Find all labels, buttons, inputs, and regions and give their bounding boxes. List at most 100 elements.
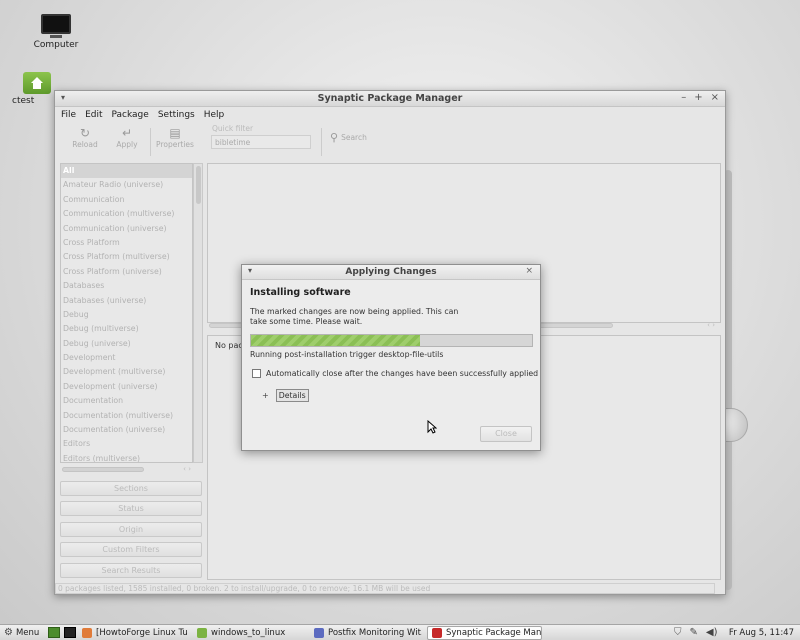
terminal-launcher-icon[interactable]	[64, 627, 76, 638]
section-item[interactable]: Development (universe)	[61, 380, 192, 394]
start-menu-button[interactable]: ⚙ Menu	[4, 627, 39, 638]
desktop-icon-computer[interactable]: Computer	[26, 14, 86, 50]
section-list-scrollbar[interactable]	[193, 163, 203, 463]
menu-file[interactable]: File	[61, 110, 76, 120]
window-titlebar[interactable]: ▾ Synaptic Package Manager – + ×	[55, 91, 725, 107]
apply-button[interactable]: ↵ Apply	[105, 126, 149, 149]
section-item[interactable]: Debug (universe)	[61, 337, 192, 351]
dialog-title: Applying Changes	[345, 267, 437, 277]
dialog-close-icon[interactable]: ×	[525, 266, 533, 276]
sections-button[interactable]: Sections	[60, 481, 202, 496]
menu-help[interactable]: Help	[204, 110, 225, 120]
section-item-selected[interactable]: All	[61, 164, 192, 179]
section-item[interactable]: Documentation	[61, 394, 192, 408]
section-item[interactable]: Communication (multiverse)	[61, 207, 192, 221]
details-expander[interactable]: + Details	[262, 389, 309, 402]
reload-icon: ↻	[79, 126, 91, 140]
quick-filter-label: Quick filter	[212, 124, 254, 133]
section-item[interactable]: Cross Platform (multiverse)	[61, 250, 192, 264]
taskbar-item-label: Postfix Monitoring Wit...	[328, 628, 422, 638]
taskbar-item-active[interactable]: Synaptic Package Man...	[427, 626, 542, 640]
taskbar-item[interactable]: [HowtoForge Linux Tu...	[78, 626, 188, 640]
window-title: Synaptic Package Manager	[317, 93, 463, 104]
home-folder-icon	[23, 72, 51, 94]
dialog-close-button[interactable]: Close	[480, 426, 532, 442]
show-desktop-icon[interactable]	[48, 627, 60, 638]
status-button[interactable]: Status	[60, 501, 202, 516]
network-icon[interactable]: ✎	[690, 627, 698, 638]
section-item[interactable]: Communication	[61, 193, 192, 207]
expander-plus-icon[interactable]: +	[262, 391, 269, 400]
section-item[interactable]: Communication (universe)	[61, 222, 192, 236]
taskbar-item-label: [HowtoForge Linux Tu...	[96, 628, 188, 638]
section-item[interactable]: Debug (multiverse)	[61, 322, 192, 336]
taskbar-item-label: Synaptic Package Man...	[446, 628, 542, 638]
dialog-message: The marked changes are now being applied…	[250, 307, 459, 326]
gear-icon: ⚙	[4, 627, 13, 638]
status-bar: 0 packages listed, 1585 installed, 0 bro…	[55, 583, 715, 594]
custom-filters-button[interactable]: Custom Filters	[60, 542, 202, 557]
section-item[interactable]: Debug	[61, 308, 192, 322]
desktop-icon-label: Computer	[33, 40, 79, 50]
maximize-button[interactable]: +	[694, 92, 702, 103]
menubar: File Edit Package Settings Help	[55, 107, 725, 122]
details-label[interactable]: Details	[275, 389, 309, 402]
progress-status-text: Running post-installation trigger deskto…	[250, 350, 444, 359]
toolbar: ↻ Reload ↵ Apply ▤ Properties Quick filt…	[55, 122, 725, 164]
firefox-icon	[82, 628, 92, 638]
taskbar-item-label: windows_to_linux	[211, 628, 286, 638]
folder-icon	[197, 628, 207, 638]
dialog-titlebar[interactable]: ▾ Applying Changes ×	[242, 265, 540, 280]
section-item[interactable]: Cross Platform (universe)	[61, 265, 192, 279]
apply-label: Apply	[116, 140, 138, 149]
close-button[interactable]: ×	[711, 92, 719, 103]
taskbar-item[interactable]: Postfix Monitoring Wit...	[310, 626, 422, 640]
volume-icon[interactable]: ◀)	[706, 627, 718, 638]
section-item[interactable]: Amateur Radio (universe)	[61, 178, 192, 192]
section-item[interactable]: Cross Platform	[61, 236, 192, 250]
search-results-button[interactable]: Search Results	[60, 563, 202, 578]
section-list-hscrollbar[interactable]: ‹ ›	[60, 465, 203, 474]
description-text: No pac	[215, 341, 243, 350]
reload-button[interactable]: ↻ Reload	[63, 126, 107, 149]
section-list[interactable]: All Amateur Radio (universe) Communication…	[60, 163, 193, 463]
auto-close-checkbox[interactable]	[252, 369, 261, 378]
menu-package[interactable]: Package	[112, 110, 149, 120]
auto-close-label: Automatically close after the changes ha…	[266, 369, 539, 378]
properties-icon: ▤	[169, 126, 181, 140]
taskbar-item[interactable]: windows_to_linux	[193, 626, 303, 640]
section-item[interactable]: Documentation (universe)	[61, 423, 192, 437]
apply-icon: ↵	[121, 126, 133, 140]
reload-label: Reload	[72, 140, 98, 149]
section-item[interactable]: Documentation (multiverse)	[61, 409, 192, 423]
menu-edit[interactable]: Edit	[85, 110, 102, 120]
system-tray: ⛉ ✎ ◀)	[674, 627, 717, 638]
applying-changes-dialog: ▾ Applying Changes × Installing software…	[241, 264, 541, 451]
clock[interactable]: Fr Aug 5, 11:47	[729, 628, 794, 638]
properties-button[interactable]: ▤ Properties	[153, 126, 197, 149]
toolbar-separator	[321, 128, 322, 156]
search-button[interactable]: ⚲ Search	[330, 131, 367, 144]
synaptic-icon	[432, 628, 442, 638]
shield-icon[interactable]: ⛉	[674, 627, 682, 638]
section-item[interactable]: Editors	[61, 437, 192, 451]
section-item[interactable]: Databases (universe)	[61, 294, 192, 308]
quick-filter-input[interactable]: bibletime	[211, 135, 311, 149]
search-icon: ⚲	[330, 131, 339, 144]
progress-bar	[250, 334, 533, 347]
properties-label: Properties	[156, 140, 194, 149]
origin-button[interactable]: Origin	[60, 522, 202, 537]
menu-settings[interactable]: Settings	[158, 110, 195, 120]
section-item[interactable]: Development	[61, 351, 192, 365]
dialog-heading: Installing software	[250, 287, 351, 298]
search-label: Search	[341, 133, 367, 142]
document-icon	[314, 628, 324, 638]
computer-icon	[41, 14, 71, 38]
menu-label: Menu	[15, 627, 40, 638]
section-item[interactable]: Editors (multiverse)	[61, 452, 192, 462]
section-item[interactable]: Development (multiverse)	[61, 365, 192, 379]
auto-close-option[interactable]: Automatically close after the changes ha…	[252, 369, 538, 378]
section-item[interactable]: Databases	[61, 279, 192, 293]
minimize-button[interactable]: –	[681, 92, 686, 103]
taskbar: ⚙ Menu [HowtoForge Linux Tu... windows_t…	[0, 624, 800, 640]
